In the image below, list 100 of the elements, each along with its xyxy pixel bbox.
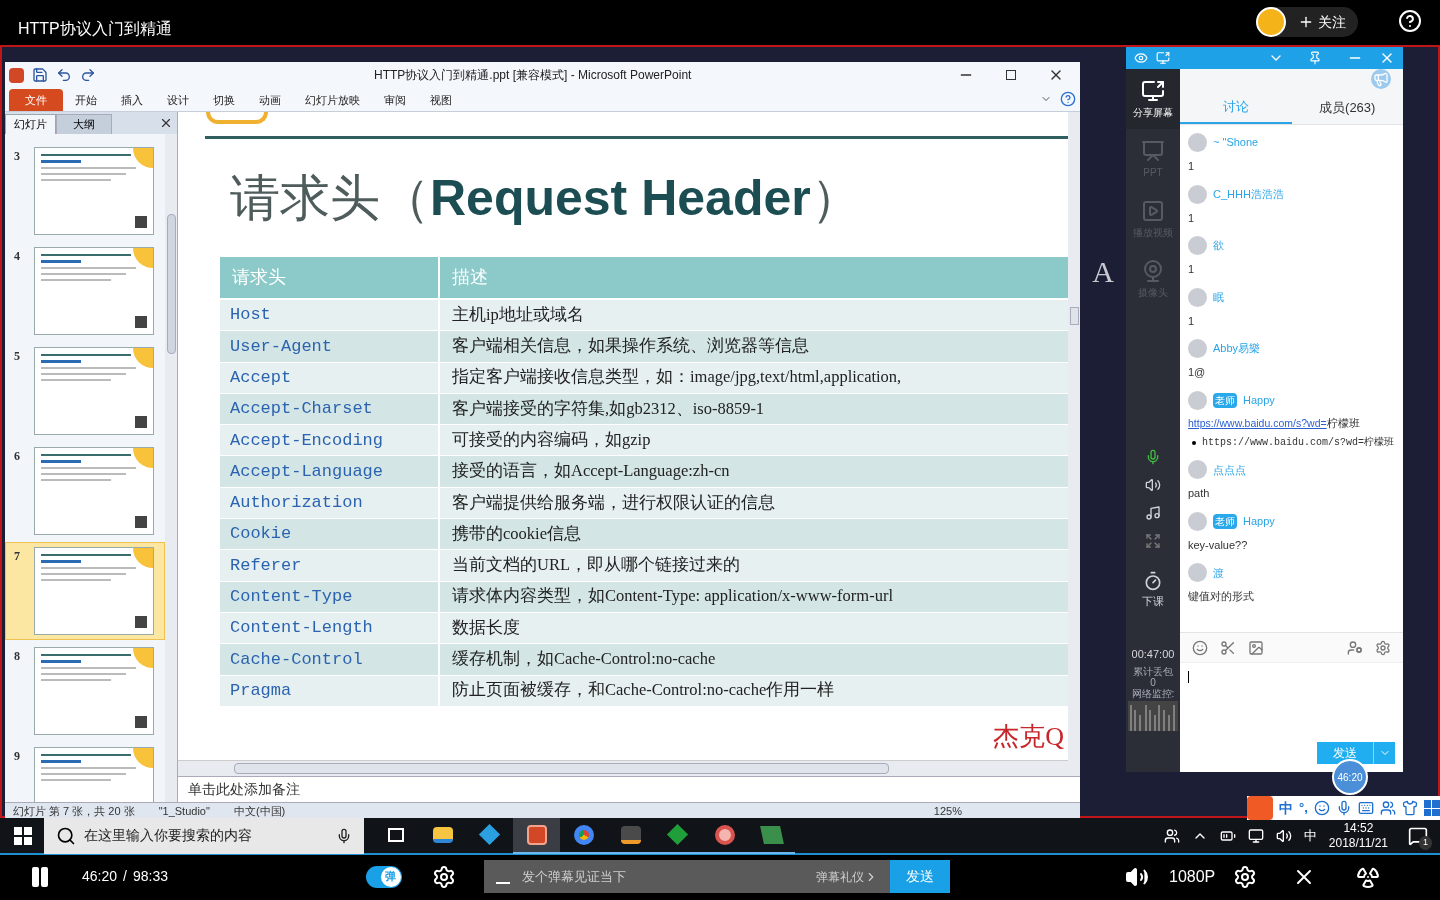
redo-icon[interactable] [80, 67, 96, 83]
message-text: 1 [1188, 210, 1196, 226]
table-cell: Content-Type [220, 581, 440, 612]
music-icon[interactable] [1145, 505, 1161, 521]
ribbon-tab[interactable]: 审阅 [372, 89, 418, 111]
user-name: Happy [1243, 514, 1275, 529]
end-class-button[interactable]: 下课 [1142, 571, 1164, 610]
ribbon-tab[interactable]: 视图 [418, 89, 464, 111]
editor-app-icon[interactable] [620, 825, 641, 844]
table-cell-text: 缓存机制，如Cache-Control:no-cache [451, 648, 717, 671]
avatar [1188, 236, 1207, 255]
fullscreen-icon[interactable] [1145, 533, 1161, 549]
message-text: key-value?? [1188, 537, 1249, 553]
image-icon[interactable] [1248, 639, 1264, 656]
windows-start-icon[interactable] [14, 826, 32, 845]
table-cell-text: 防止页面被缓存，和Cache-Control:no-cache作用一样 [451, 679, 836, 702]
avatar [1188, 511, 1207, 531]
chat-tab[interactable]: 成员(263) [1291, 91, 1403, 124]
message-link[interactable]: https://www.baidu.com/s?wd= [1188, 415, 1327, 432]
user-icon[interactable] [1379, 800, 1396, 816]
ribbon-tab[interactable]: 动画 [247, 89, 293, 111]
ime-mode[interactable]: 中 [1279, 797, 1293, 819]
eye-icon[interactable] [1134, 51, 1148, 65]
input-method-logo-icon [1247, 796, 1273, 820]
close-icon[interactable] [159, 116, 173, 130]
user-name: 欲 [1213, 238, 1224, 254]
horizontal-scrollbar[interactable] [178, 760, 1068, 776]
vertical-scrollbar[interactable] [1068, 112, 1080, 776]
scissors-icon[interactable] [1220, 639, 1236, 656]
ime-punctuation[interactable]: °, [1299, 798, 1308, 818]
slide-thumbnail-item[interactable]: 8 [5, 642, 165, 740]
notification-icon[interactable] [1408, 825, 1428, 846]
danmaku-placeholder: 发个弹幕见证当下 [522, 867, 626, 886]
danmaku-settings-icon[interactable] [432, 864, 456, 889]
backdrop-letter: A [1092, 254, 1114, 290]
user-settings-icon[interactable] [1347, 639, 1363, 656]
quality-button[interactable]: 1080P [1169, 864, 1216, 889]
network-label: 网络监控: [1131, 688, 1175, 699]
ribbon-tab[interactable]: 插入 [109, 89, 155, 111]
maximize-icon[interactable] [1006, 70, 1016, 80]
share-icon[interactable] [1156, 51, 1170, 65]
browser-icon[interactable] [573, 824, 594, 845]
slide-thumbnail-item[interactable]: 3 [5, 142, 165, 240]
user-name: C_HHH浩浩浩 [1213, 186, 1284, 202]
people-icon[interactable] [1163, 827, 1180, 844]
user-name: 点点点 [1213, 462, 1246, 478]
slide-thumbnail-item[interactable]: 6 [5, 442, 165, 540]
keyboard-icon[interactable] [1357, 800, 1374, 816]
input-mode[interactable]: 中 [1303, 825, 1317, 846]
screen-share-icon [1141, 78, 1165, 103]
avatar [1188, 339, 1207, 358]
task-view-icon[interactable] [387, 827, 404, 842]
message-text: 键值对的形式 [1188, 589, 1255, 605]
pin-icon[interactable] [1308, 51, 1322, 65]
microphone-icon[interactable] [1145, 449, 1161, 465]
sidebar-tool[interactable]: 分享屏幕 [1126, 69, 1180, 129]
table-cell-text: 客户端接受的字符集,如gb2312、iso-8859-1 [451, 397, 766, 420]
avatar [1188, 287, 1207, 307]
emoji-icon[interactable] [1313, 800, 1330, 816]
slide-thumbnail-item[interactable]: 7 [5, 542, 165, 640]
grid-icon[interactable] [1423, 800, 1440, 816]
table-cell-text: 可接受的内容编码，如gzip [451, 428, 652, 451]
table-cell: Referer [220, 550, 440, 581]
slide-number: 6 [14, 448, 21, 465]
slide-thumbnail-item[interactable]: 5 [5, 342, 165, 440]
notes-field[interactable]: 单击此处添加备注 [178, 776, 1080, 802]
taskbar-app[interactable] [513, 817, 560, 854]
bullet-icon [1192, 440, 1196, 445]
play-icon [1141, 198, 1165, 223]
slide-number: 5 [14, 348, 21, 365]
etiquette-link[interactable]: 弹幕礼仪 [816, 867, 878, 886]
ribbon-tab[interactable]: 设计 [155, 89, 201, 111]
table-cell-text: 客户端相关信息，如果操作系统、浏览器等信息 [451, 335, 810, 358]
ribbon-tab[interactable]: 幻灯片放映 [293, 89, 372, 111]
signature: 杰克Q [993, 720, 1065, 753]
ribbon-tab[interactable]: 切换 [201, 89, 247, 111]
notification-count: 1 [1419, 836, 1432, 850]
avatar [1188, 390, 1207, 410]
message-text: 1@ [1188, 365, 1207, 380]
speaker-icon[interactable] [1145, 477, 1161, 493]
emoji-icon[interactable] [1192, 639, 1208, 656]
undo-icon[interactable] [56, 67, 72, 83]
network-icon[interactable] [1247, 827, 1264, 844]
pane-tab[interactable]: 大纲 [56, 114, 112, 134]
shirt-icon[interactable] [1401, 800, 1418, 816]
timer-bubble: 46:20 [1332, 759, 1368, 795]
pane-tab[interactable]: 幻灯片 [5, 114, 56, 134]
danmaku-input[interactable]: 发个弹幕见证当下 弹幕礼仪 [484, 860, 890, 893]
scrollbar[interactable] [165, 134, 177, 802]
slide-thumbnail-item[interactable]: 9 [5, 742, 165, 802]
slide-number: 3 [14, 148, 21, 165]
folder-icon[interactable] [432, 826, 453, 843]
slide-thumbnail-item[interactable]: 4 [5, 242, 165, 340]
table-cell: Cache-Control [220, 644, 440, 675]
settings-icon[interactable] [1233, 864, 1258, 889]
taskbar-search-field[interactable]: 在这里输入你要搜索的内容 [44, 817, 364, 854]
save-icon[interactable] [32, 67, 48, 83]
ribbon-tab[interactable]: 开始 [63, 89, 109, 111]
presentation-app-icon[interactable] [526, 824, 547, 845]
volume-icon[interactable] [1275, 827, 1292, 844]
